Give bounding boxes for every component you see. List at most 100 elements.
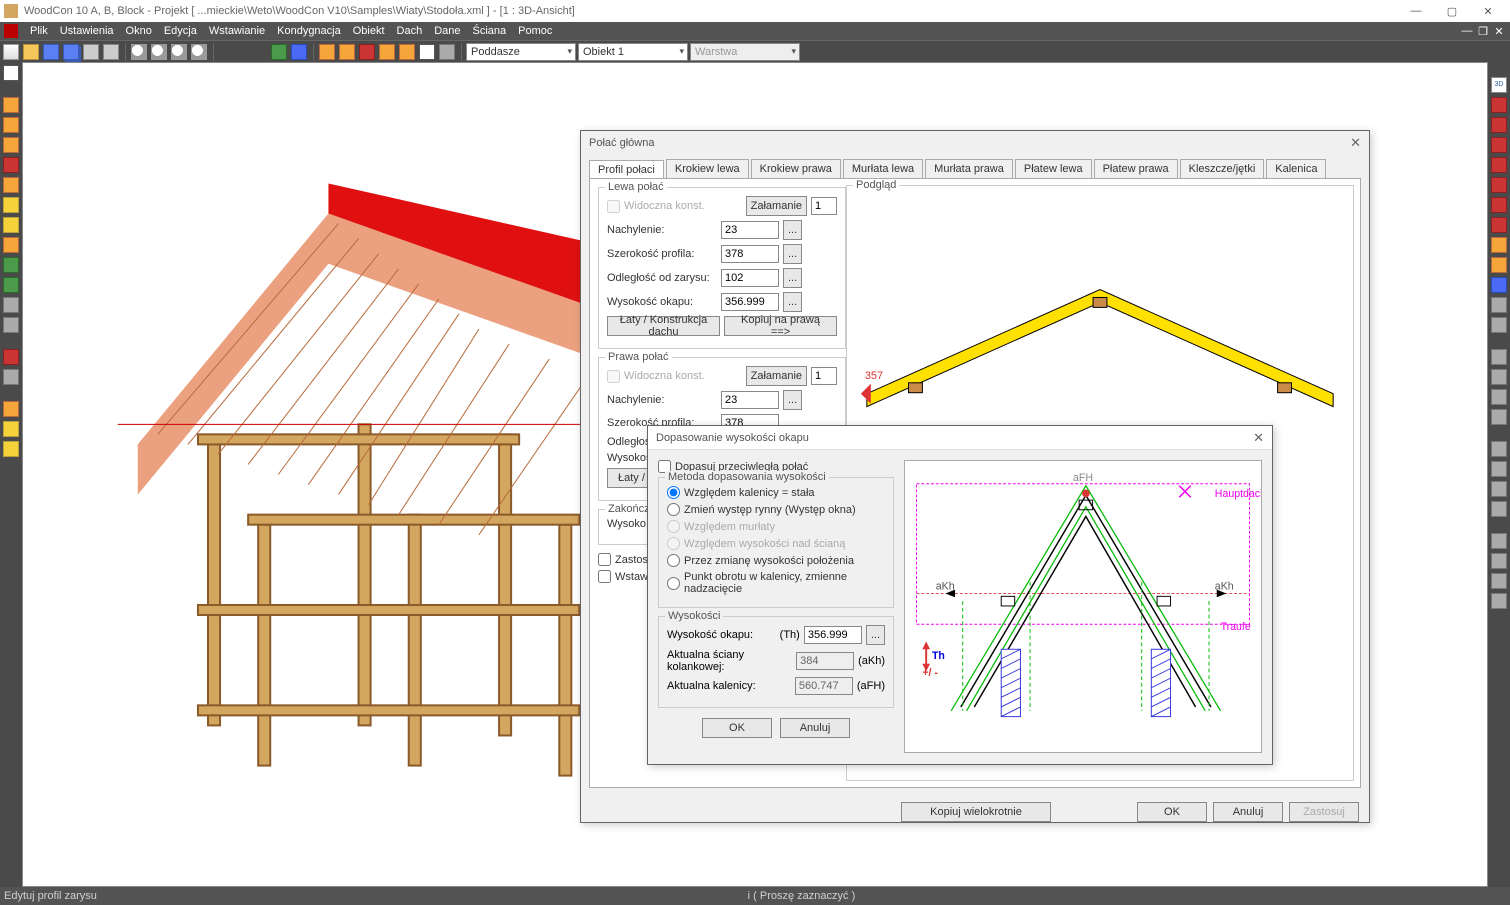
dlg1-close-button[interactable]: ✕ [1350,135,1361,151]
rt-2[interactable] [1490,116,1508,134]
rt-24[interactable] [1490,592,1508,610]
lt-1[interactable] [2,96,20,114]
h-okap-field[interactable] [804,626,862,644]
tab-platew-p[interactable]: Płatew prawa [1094,159,1178,178]
rt-11[interactable] [1490,296,1508,314]
lt-11[interactable] [2,296,20,314]
tool-e-button[interactable] [358,43,376,61]
zoom-fit-button[interactable] [170,43,188,61]
tab-kalenica[interactable]: Kalenica [1266,159,1326,178]
dlg1-ok-btn[interactable]: OK [1137,802,1207,822]
rt-21[interactable] [1490,532,1508,550]
lt-12[interactable] [2,316,20,334]
lewa-szer-dots[interactable]: ... [783,244,802,264]
rt-3[interactable] [1490,136,1508,154]
lewa-zalamanie-btn[interactable]: Załamanie [746,196,807,216]
rt-9[interactable] [1490,256,1508,274]
menu-edycja[interactable]: Edycja [158,25,203,37]
tab-murlata-p[interactable]: Murłata prawa [925,159,1013,178]
tab-krokiew-p[interactable]: Krokiew prawa [751,159,841,178]
zoom-in-button[interactable] [130,43,148,61]
lewa-nach-dots[interactable]: ... [783,220,802,240]
rt-5[interactable] [1490,176,1508,194]
prawa-nach-dots[interactable]: ... [783,390,802,410]
floor-combo[interactable]: Poddasze [466,43,576,61]
tab-profil[interactable]: Profil połaci [589,160,664,179]
dlg2-anuluj-btn[interactable]: Anuluj [780,718,850,738]
prawa-widoczna-check[interactable]: Widoczna konst. [607,370,705,383]
prawa-zal-count[interactable] [811,367,837,385]
rt-18[interactable] [1490,460,1508,478]
menu-wstawianie[interactable]: Wstawianie [203,25,271,37]
tool-g-button[interactable] [398,43,416,61]
method-r5[interactable]: Przez zmianę wysokości położenia [667,554,854,567]
rt-10[interactable] [1490,276,1508,294]
printprev-button[interactable] [102,43,120,61]
lt-13[interactable] [2,368,20,386]
h-okap-dots[interactable]: ... [866,625,885,645]
dlg1-anuluj-btn[interactable]: Anuluj [1213,802,1283,822]
lewa-nach-field[interactable] [721,221,779,239]
lt-6[interactable] [2,196,20,214]
prawa-zalamanie-btn[interactable]: Załamanie [746,366,807,386]
lewa-wys-dots[interactable]: ... [783,292,802,312]
saveall-button[interactable] [62,43,80,61]
lewa-widoczna-check[interactable]: Widoczna konst. [607,200,705,213]
lt-2[interactable] [2,116,20,134]
method-r2[interactable]: Zmień występ rynny (Występ okna) [667,503,856,516]
rt-4[interactable] [1490,156,1508,174]
rt-3d[interactable]: 3D [1490,76,1508,94]
lewa-odl-dots[interactable]: ... [783,268,802,288]
rt-19[interactable] [1490,480,1508,498]
lt-pointer[interactable] [2,64,20,82]
object-combo[interactable]: Obiekt 1 [578,43,688,61]
dlg1-title-bar[interactable]: Połać główna ✕ [581,131,1369,155]
layer-combo[interactable]: Warstwa [690,43,800,61]
lewa-laty-btn[interactable]: Łaty / Konstrukcja dachu [607,316,720,336]
rt-14[interactable] [1490,368,1508,386]
lt-8[interactable] [2,236,20,254]
rt-16[interactable] [1490,408,1508,426]
mdi-close[interactable]: ✕ [1492,25,1506,38]
close-button[interactable]: ✕ [1470,0,1506,22]
dlg2-close-button[interactable]: ✕ [1253,430,1264,446]
lt-5[interactable] [2,176,20,194]
rt-17[interactable] [1490,440,1508,458]
menu-okno[interactable]: Okno [120,25,158,37]
open-file-button[interactable] [22,43,40,61]
lt-14[interactable] [2,400,20,418]
rt-13[interactable] [1490,348,1508,366]
method-r1[interactable]: Względem kalenicy = stała [667,486,815,499]
lewa-szer-field[interactable] [721,245,779,263]
dlg1-kopiuj-btn[interactable]: Kopiuj wielokrotnie [901,802,1051,822]
menu-dane[interactable]: Dane [428,25,466,37]
menu-obiekt[interactable]: Obiekt [347,25,391,37]
tool-f-button[interactable] [378,43,396,61]
tab-platew-l[interactable]: Płatew lewa [1015,159,1092,178]
rt-12[interactable] [1490,316,1508,334]
rt-23[interactable] [1490,572,1508,590]
lewa-wys-field[interactable] [721,293,779,311]
tool-c-button[interactable] [318,43,336,61]
new-file-button[interactable] [2,43,20,61]
minimize-button[interactable]: — [1398,0,1434,22]
lt-del[interactable] [2,348,20,366]
mdi-restore[interactable]: ❐ [1476,25,1490,38]
mdi-minimize[interactable]: — [1460,25,1474,38]
menu-ustawienia[interactable]: Ustawienia [54,25,120,37]
rt-22[interactable] [1490,552,1508,570]
prawa-nach-field[interactable] [721,391,779,409]
tool-d-button[interactable] [338,43,356,61]
print-button[interactable] [82,43,100,61]
zoom-out-button[interactable] [150,43,168,61]
tool-h-button[interactable] [438,43,456,61]
rt-8[interactable] [1490,236,1508,254]
lt-16[interactable] [2,440,20,458]
tool-b-button[interactable] [290,43,308,61]
dlg2-ok-btn[interactable]: OK [702,718,772,738]
method-r6[interactable]: Punkt obrotu w kalenicy, zmienne nadzaci… [667,571,885,595]
dlg1-zastosuj-btn[interactable]: Zastosuj [1289,802,1359,822]
menu-plik[interactable]: Plik [24,25,54,37]
lt-4[interactable] [2,156,20,174]
lt-3[interactable] [2,136,20,154]
